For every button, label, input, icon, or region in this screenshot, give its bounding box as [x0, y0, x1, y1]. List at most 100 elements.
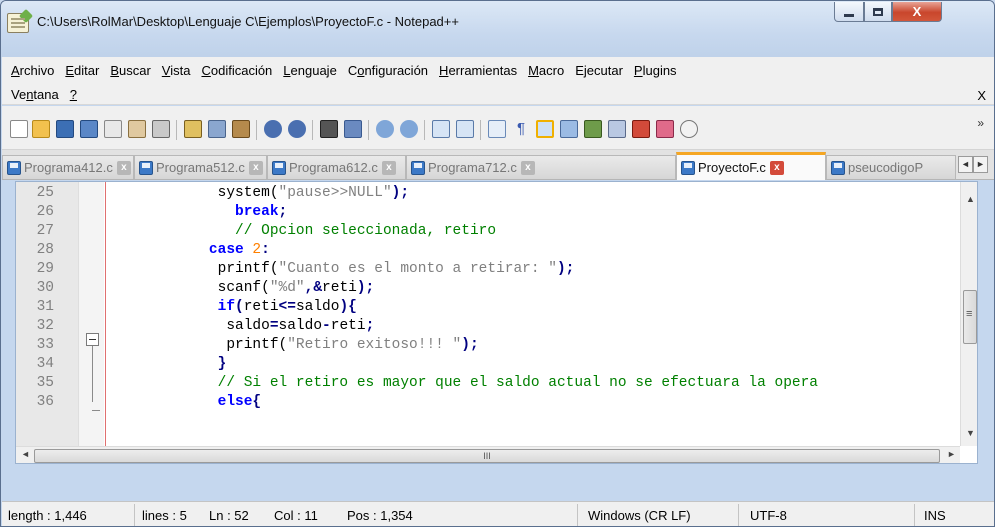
word-wrap-icon[interactable]	[488, 120, 506, 138]
tab-scroll-left-icon[interactable]: ◄	[958, 156, 973, 173]
menu-item[interactable]: Lenguaje	[283, 63, 337, 78]
tab-pseucodigop[interactable]: pseucodigoP	[826, 155, 956, 179]
toolbar-overflow-icon[interactable]: »	[977, 116, 984, 130]
vertical-scroll-thumb[interactable]	[963, 290, 977, 344]
zoom-in-icon[interactable]	[376, 120, 394, 138]
menu-item[interactable]: Configuración	[348, 63, 428, 78]
save-icon[interactable]	[56, 120, 74, 138]
line-number: 30	[36, 280, 54, 296]
menu-item[interactable]: Archivo	[11, 63, 54, 78]
line-number: 27	[36, 223, 54, 239]
zoom-out-icon[interactable]	[400, 120, 418, 138]
redo-icon[interactable]	[288, 120, 306, 138]
menu-item[interactable]: Editar	[65, 63, 99, 78]
sync-horizontal-icon[interactable]	[456, 120, 474, 138]
indent-guide-icon[interactable]	[536, 120, 554, 138]
status-lines: lines : 5	[142, 508, 187, 523]
tab-scroll-right-icon[interactable]: ►	[973, 156, 988, 173]
saved-file-icon	[7, 160, 21, 175]
close-document-button[interactable]: X	[977, 88, 986, 103]
code-text: else{	[148, 394, 262, 410]
copy-icon[interactable]	[208, 120, 226, 138]
fold-margin	[78, 182, 104, 463]
tab-proyectof[interactable]: ProyectoF.c x	[676, 152, 826, 180]
tab-close-icon[interactable]: x	[381, 160, 396, 175]
menu-item[interactable]: Herramientas	[439, 63, 517, 78]
maximize-button[interactable]	[864, 2, 892, 22]
tab-close-icon[interactable]: x	[248, 160, 263, 175]
scroll-left-icon[interactable]: ◄	[21, 449, 30, 459]
scroll-down-icon[interactable]: ▼	[966, 428, 975, 438]
menu-item[interactable]: Plugins	[634, 63, 677, 78]
folder-workspace-icon[interactable]	[608, 120, 626, 138]
menu-item[interactable]: Vista	[162, 63, 191, 78]
saved-file-icon	[681, 160, 695, 175]
window-title: C:\Users\RolMar\Desktop\Lenguaje C\Ejemp…	[37, 14, 459, 29]
tab-close-icon[interactable]: x	[769, 160, 784, 175]
tab-programa612[interactable]: Programa612.c x	[267, 155, 406, 179]
print-icon[interactable]	[152, 120, 170, 138]
menu-row-1: Archivo Editar Buscar Vista Codificación Leng…	[11, 63, 688, 78]
line-number: 33	[36, 337, 54, 353]
close-button[interactable]: X	[892, 2, 942, 22]
menu-item[interactable]: Macro	[528, 63, 564, 78]
doc-map-icon[interactable]	[560, 120, 578, 138]
line-number: 32	[36, 318, 54, 334]
menu-item[interactable]: Codificación	[201, 63, 272, 78]
find-icon[interactable]	[320, 120, 338, 138]
record-macro-icon[interactable]	[632, 120, 650, 138]
show-all-chars-icon[interactable]: ¶	[512, 120, 530, 138]
minimize-button[interactable]	[834, 2, 864, 22]
code-editor[interactable]: 25 system("pause>>NULL"); 26 break; 27 // …	[15, 181, 978, 464]
tab-scroll-buttons: ◄ ►	[958, 156, 988, 173]
minimize-icon	[844, 14, 854, 17]
paste-icon[interactable]	[232, 120, 250, 138]
tab-programa512[interactable]: Programa512.c x	[134, 155, 267, 179]
line-number: 26	[36, 204, 54, 220]
stop-macro-icon[interactable]	[656, 120, 674, 138]
close-file-icon[interactable]	[104, 120, 122, 138]
code-text: // Si el retiro es mayor que el saldo ac…	[148, 375, 819, 391]
horizontal-scroll-thumb[interactable]: III	[34, 449, 940, 463]
tab-close-icon[interactable]: x	[520, 160, 535, 175]
saved-file-icon	[831, 160, 845, 175]
function-list-icon[interactable]	[584, 120, 602, 138]
tab-close-icon[interactable]: x	[116, 160, 131, 175]
status-length: length : 1,446	[8, 508, 87, 523]
tab-programa412[interactable]: Programa412.c x	[2, 155, 134, 179]
menu-item[interactable]: Ejecutar	[575, 63, 623, 78]
code-text: case 2:	[148, 242, 270, 258]
menu-item[interactable]: Buscar	[110, 63, 150, 78]
sync-vertical-icon[interactable]	[432, 120, 450, 138]
menu-row-2: Ventana?	[11, 87, 88, 102]
playback-macro-icon[interactable]	[680, 120, 698, 138]
horizontal-scrollbar[interactable]: ◄ III ►	[16, 446, 960, 463]
new-file-icon[interactable]	[10, 120, 28, 138]
status-ln: Ln : 52	[209, 508, 249, 523]
tab-programa712[interactable]: Programa712.c x	[406, 155, 676, 179]
menu-item[interactable]: Ventana	[11, 87, 59, 102]
code-text: scanf("%d",&reti);	[148, 280, 375, 296]
title-bar[interactable]: C:\Users\RolMar\Desktop\Lenguaje C\Ejemp…	[1, 1, 994, 57]
fold-collapse-icon[interactable]	[86, 333, 99, 346]
saved-file-icon	[139, 160, 153, 175]
scroll-up-icon[interactable]: ▲	[966, 194, 975, 204]
notepadpp-app-icon[interactable]	[7, 8, 34, 33]
cut-icon[interactable]	[184, 120, 202, 138]
code-text: system("pause>>NULL");	[148, 185, 410, 201]
menu-item[interactable]: ?	[70, 87, 77, 102]
line-number: 31	[36, 299, 54, 315]
scroll-right-icon[interactable]: ►	[947, 449, 956, 459]
save-all-icon[interactable]	[80, 120, 98, 138]
close-all-icon[interactable]	[128, 120, 146, 138]
undo-icon[interactable]	[264, 120, 282, 138]
line-number: 29	[36, 261, 54, 277]
tab-bar: Programa412.c x Programa512.c x Programa61…	[2, 150, 994, 180]
code-text: printf("Retiro exitoso!!! ");	[148, 337, 479, 353]
open-file-icon[interactable]	[32, 120, 50, 138]
vertical-scrollbar[interactable]: ▲ ▼	[960, 182, 977, 446]
status-col: Col : 11	[274, 508, 318, 523]
status-eol: Windows (CR LF)	[588, 508, 691, 523]
replace-icon[interactable]	[344, 120, 362, 138]
code-text: printf("Cuanto es el monto a retirar: ")…	[148, 261, 575, 277]
